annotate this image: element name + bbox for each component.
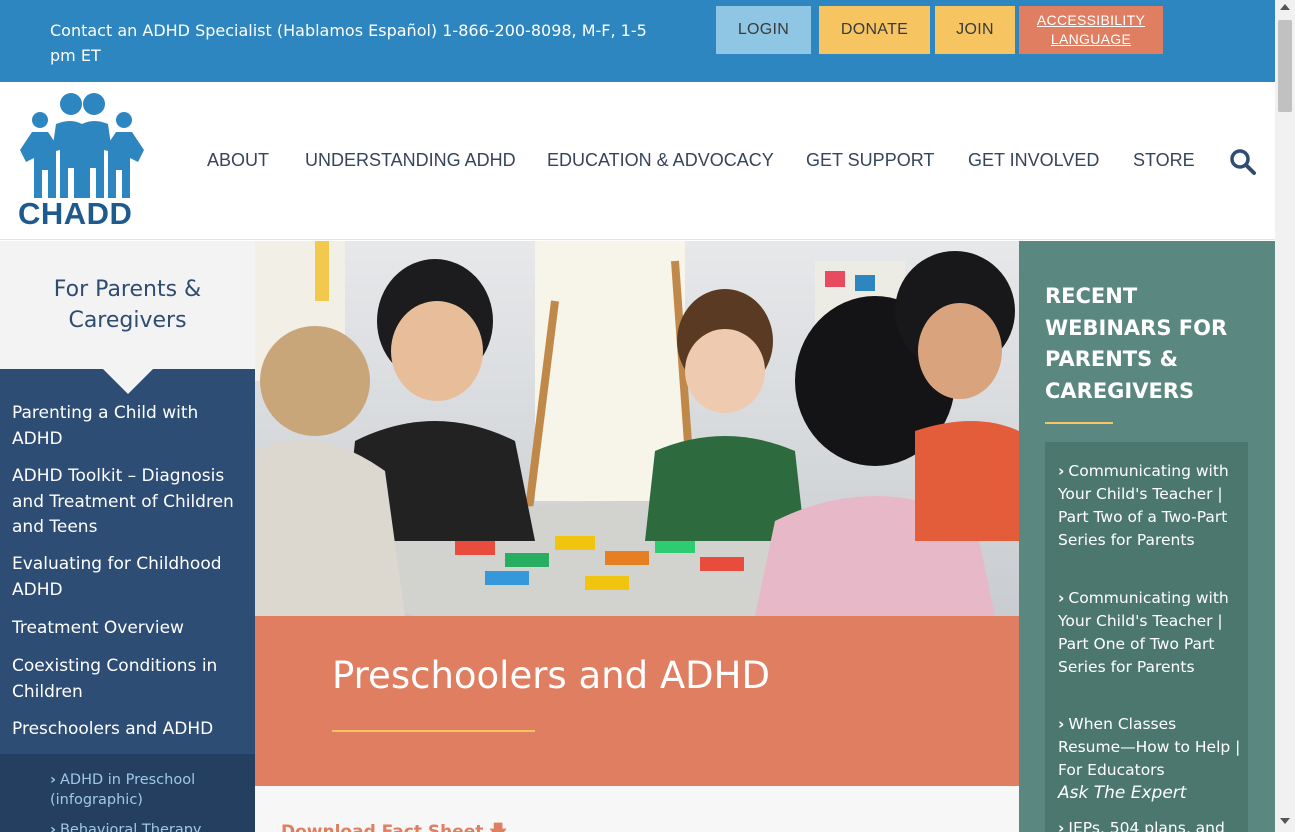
search-icon[interactable] [1229,148,1257,176]
scroll-up-arrow-icon[interactable] [1280,4,1290,10]
nav-education-advocacy[interactable]: EDUCATION & ADVOCACY [547,150,774,171]
chevron-right-icon: › [1058,715,1065,733]
page-title: Preschoolers and ADHD [332,654,770,697]
accessibility-language-button[interactable]: ACCESSIBILITY LANGUAGE [1019,6,1163,54]
sidebar-item-preschoolers[interactable]: Preschoolers and ADHD [12,717,247,743]
title-underline [332,730,535,732]
family-logo-icon [20,93,144,198]
hero-image [255,241,1019,616]
donate-button[interactable]: DONATE [819,6,930,54]
download-fact-sheet-link[interactable]: Download Fact Sheet 🡇 [281,819,507,832]
sidebar-subitem-behavioral-therapy[interactable]: › Behavioral Therapy [50,820,245,832]
join-button[interactable]: JOIN [935,6,1015,54]
nav-understanding-adhd[interactable]: UNDERSTANDING ADHD [305,150,516,171]
chevron-right-icon: › [1058,819,1065,832]
download-arrow-icon: 🡇 [489,822,507,832]
site-header: CHADD ABOUT UNDERSTANDING ADHD EDUCATION… [0,82,1275,240]
sidebar-item-parenting[interactable]: Parenting a Child with ADHD [12,401,247,452]
sidebar-item-toolkit[interactable]: ADHD Toolkit – Diagnosis and Treatment o… [12,464,247,541]
contact-specialist-text: Contact an ADHD Specialist (Hablamos Esp… [50,21,647,65]
sidebar-item-coexisting[interactable]: Coexisting Conditions in Children [12,654,247,705]
sidebar-item-evaluating[interactable]: Evaluating for Childhood ADHD [12,552,247,603]
nav-get-support[interactable]: GET SUPPORT [806,150,934,171]
logo-wordmark: CHADD [18,196,133,231]
chevron-right-icon: › [1058,589,1065,607]
nav-store[interactable]: STORE [1133,150,1195,171]
recent-webinars-panel: RECENT WEBINARS FOR PARENTS & CAREGIVERS… [1019,241,1275,832]
chevron-right-icon: › [1058,462,1065,480]
sidebar-section-title[interactable]: For Parents & Caregivers [0,274,255,336]
webinar-tag: Ask The Expert [1058,783,1187,803]
chadd-logo[interactable]: CHADD [16,92,148,232]
scroll-down-arrow-icon[interactable] [1280,818,1290,824]
language-link[interactable]: LANGUAGE [1051,30,1131,49]
webinar-item[interactable]: › IEPs, 504 plans, and [1058,817,1243,832]
top-contact-bar: Contact an ADHD Specialist (Hablamos Esp… [0,0,1275,82]
webinars-heading-underline [1045,422,1113,424]
nav-about[interactable]: ABOUT [207,150,269,171]
webinar-item[interactable]: › Communicating with Your Child's Teacher… [1058,460,1243,552]
webinars-list: › Communicating with Your Child's Teacher… [1045,442,1248,832]
webinars-heading: RECENT WEBINARS FOR PARENTS & CAREGIVERS [1045,284,1228,403]
main-content: Download Fact Sheet 🡇 [255,786,1019,832]
page-scrollbar[interactable] [1275,0,1295,832]
login-button[interactable]: LOGIN [716,6,811,54]
accessibility-link[interactable]: ACCESSIBILITY [1037,11,1145,30]
chevron-right-icon: › [50,822,56,832]
webinar-item[interactable]: › Communicating with Your Child's Teacher… [1058,587,1243,679]
page-title-banner: Preschoolers and ADHD [255,616,1019,786]
chevron-right-icon: › [50,772,56,788]
sidebar-item-treatment[interactable]: Treatment Overview [12,616,247,642]
sidebar-section-header: For Parents & Caregivers [0,241,255,369]
sidebar-subitem-preschool-infographic[interactable]: › ADHD in Preschool (infographic) [50,770,245,810]
sidebar-pointer-arrow [103,369,153,394]
scrollbar-thumb[interactable] [1278,20,1292,112]
webinar-item[interactable]: › When Classes Resume—How to Help | For E… [1058,713,1243,805]
preschool-children-photo [255,241,1019,616]
nav-get-involved[interactable]: GET INVOLVED [968,150,1099,171]
